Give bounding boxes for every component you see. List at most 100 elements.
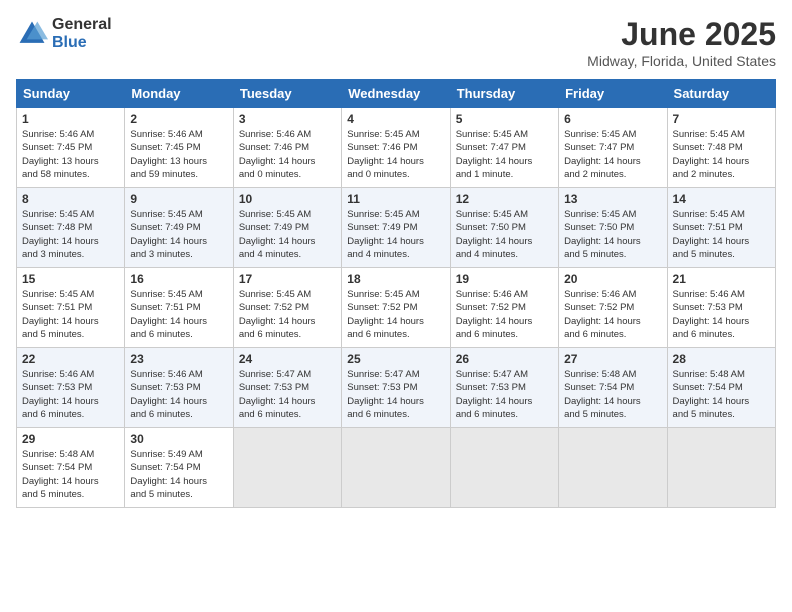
day-info: Sunrise: 5:46 AM Sunset: 7:53 PM Dayligh… — [130, 368, 227, 421]
calendar-week-row: 1 Sunrise: 5:46 AM Sunset: 7:45 PM Daylig… — [17, 108, 776, 188]
logo-text: General Blue — [52, 16, 112, 51]
calendar-day-cell: 17 Sunrise: 5:45 AM Sunset: 7:52 PM Dayli… — [233, 268, 341, 348]
day-number: 16 — [130, 272, 227, 286]
day-number: 14 — [673, 192, 770, 206]
calendar-table: SundayMondayTuesdayWednesdayThursdayFrid… — [16, 79, 776, 508]
calendar-day-cell: 13 Sunrise: 5:45 AM Sunset: 7:50 PM Dayli… — [559, 188, 667, 268]
calendar-day-cell: 19 Sunrise: 5:46 AM Sunset: 7:52 PM Dayli… — [450, 268, 558, 348]
day-number: 30 — [130, 432, 227, 446]
day-number: 17 — [239, 272, 336, 286]
day-info: Sunrise: 5:46 AM Sunset: 7:45 PM Dayligh… — [130, 128, 227, 181]
day-info: Sunrise: 5:45 AM Sunset: 7:48 PM Dayligh… — [673, 128, 770, 181]
day-number: 26 — [456, 352, 553, 366]
calendar-day-cell: 14 Sunrise: 5:45 AM Sunset: 7:51 PM Dayli… — [667, 188, 775, 268]
weekday-header: Friday — [559, 80, 667, 108]
day-info: Sunrise: 5:45 AM Sunset: 7:47 PM Dayligh… — [456, 128, 553, 181]
calendar-day-cell: 18 Sunrise: 5:45 AM Sunset: 7:52 PM Dayli… — [342, 268, 450, 348]
day-info: Sunrise: 5:45 AM Sunset: 7:52 PM Dayligh… — [347, 288, 444, 341]
day-number: 5 — [456, 112, 553, 126]
day-number: 3 — [239, 112, 336, 126]
calendar-day-cell: 5 Sunrise: 5:45 AM Sunset: 7:47 PM Daylig… — [450, 108, 558, 188]
day-info: Sunrise: 5:45 AM Sunset: 7:51 PM Dayligh… — [130, 288, 227, 341]
calendar-day-cell: 4Sunrise: 5:45 AM Sunset: 7:46 PM Daylig… — [342, 108, 450, 188]
day-number: 2 — [130, 112, 227, 126]
calendar-day-cell: 12 Sunrise: 5:45 AM Sunset: 7:50 PM Dayli… — [450, 188, 558, 268]
day-info: Sunrise: 5:48 AM Sunset: 7:54 PM Dayligh… — [673, 368, 770, 421]
calendar-day-cell: 8Sunrise: 5:45 AM Sunset: 7:48 PM Daylig… — [17, 188, 125, 268]
day-number: 18 — [347, 272, 444, 286]
calendar-day-cell: 16 Sunrise: 5:45 AM Sunset: 7:51 PM Dayli… — [125, 268, 233, 348]
day-number: 23 — [130, 352, 227, 366]
calendar-week-row: 8Sunrise: 5:45 AM Sunset: 7:48 PM Daylig… — [17, 188, 776, 268]
calendar-day-cell: 20 Sunrise: 5:46 AM Sunset: 7:52 PM Dayli… — [559, 268, 667, 348]
day-number: 11 — [347, 192, 444, 206]
location: Midway, Florida, United States — [587, 53, 776, 69]
calendar-day-cell — [450, 428, 558, 508]
calendar-day-cell: 2 Sunrise: 5:46 AM Sunset: 7:45 PM Daylig… — [125, 108, 233, 188]
day-info: Sunrise: 5:45 AM Sunset: 7:50 PM Dayligh… — [456, 208, 553, 261]
weekday-header: Wednesday — [342, 80, 450, 108]
day-number: 25 — [347, 352, 444, 366]
day-number: 21 — [673, 272, 770, 286]
calendar-day-cell — [233, 428, 341, 508]
calendar-day-cell: 22 Sunrise: 5:46 AM Sunset: 7:53 PM Dayli… — [17, 348, 125, 428]
day-info: Sunrise: 5:46 AM Sunset: 7:52 PM Dayligh… — [456, 288, 553, 341]
day-info: Sunrise: 5:45 AM Sunset: 7:49 PM Dayligh… — [239, 208, 336, 261]
page-header: General Blue June 2025 Midway, Florida, … — [16, 16, 776, 69]
day-number: 28 — [673, 352, 770, 366]
day-info: Sunrise: 5:45 AM Sunset: 7:51 PM Dayligh… — [22, 288, 119, 341]
day-info: Sunrise: 5:45 AM Sunset: 7:51 PM Dayligh… — [673, 208, 770, 261]
day-number: 10 — [239, 192, 336, 206]
calendar-day-cell: 21 Sunrise: 5:46 AM Sunset: 7:53 PM Dayli… — [667, 268, 775, 348]
weekday-header: Monday — [125, 80, 233, 108]
day-number: 19 — [456, 272, 553, 286]
day-info: Sunrise: 5:49 AM Sunset: 7:54 PM Dayligh… — [130, 448, 227, 501]
day-number: 20 — [564, 272, 661, 286]
day-number: 9 — [130, 192, 227, 206]
day-info: Sunrise: 5:46 AM Sunset: 7:45 PM Dayligh… — [22, 128, 119, 181]
day-info: Sunrise: 5:46 AM Sunset: 7:52 PM Dayligh… — [564, 288, 661, 341]
day-number: 15 — [22, 272, 119, 286]
calendar-day-cell: 24Sunrise: 5:47 AM Sunset: 7:53 PM Dayli… — [233, 348, 341, 428]
day-info: Sunrise: 5:46 AM Sunset: 7:53 PM Dayligh… — [673, 288, 770, 341]
day-info: Sunrise: 5:48 AM Sunset: 7:54 PM Dayligh… — [564, 368, 661, 421]
calendar-week-row: 15 Sunrise: 5:45 AM Sunset: 7:51 PM Dayli… — [17, 268, 776, 348]
calendar-day-cell: 9 Sunrise: 5:45 AM Sunset: 7:49 PM Daylig… — [125, 188, 233, 268]
calendar-day-cell — [559, 428, 667, 508]
title-block: June 2025 Midway, Florida, United States — [587, 16, 776, 69]
calendar-day-cell: 6Sunrise: 5:45 AM Sunset: 7:47 PM Daylig… — [559, 108, 667, 188]
logo-general: General — [52, 16, 112, 34]
calendar-day-cell — [342, 428, 450, 508]
calendar-day-cell: 10 Sunrise: 5:45 AM Sunset: 7:49 PM Dayli… — [233, 188, 341, 268]
day-info: Sunrise: 5:47 AM Sunset: 7:53 PM Dayligh… — [456, 368, 553, 421]
day-number: 13 — [564, 192, 661, 206]
weekday-header: Thursday — [450, 80, 558, 108]
day-number: 12 — [456, 192, 553, 206]
day-info: Sunrise: 5:45 AM Sunset: 7:48 PM Dayligh… — [22, 208, 119, 261]
day-info: Sunrise: 5:46 AM Sunset: 7:53 PM Dayligh… — [22, 368, 119, 421]
calendar-day-cell: 29 Sunrise: 5:48 AM Sunset: 7:54 PM Dayli… — [17, 428, 125, 508]
day-number: 29 — [22, 432, 119, 446]
calendar-day-cell: 23 Sunrise: 5:46 AM Sunset: 7:53 PM Dayli… — [125, 348, 233, 428]
calendar-day-cell: 30 Sunrise: 5:49 AM Sunset: 7:54 PM Dayli… — [125, 428, 233, 508]
logo-blue: Blue — [52, 34, 112, 52]
day-info: Sunrise: 5:45 AM Sunset: 7:49 PM Dayligh… — [130, 208, 227, 261]
day-info: Sunrise: 5:47 AM Sunset: 7:53 PM Dayligh… — [239, 368, 336, 421]
day-number: 1 — [22, 112, 119, 126]
day-info: Sunrise: 5:45 AM Sunset: 7:46 PM Dayligh… — [347, 128, 444, 181]
day-info: Sunrise: 5:48 AM Sunset: 7:54 PM Dayligh… — [22, 448, 119, 501]
day-info: Sunrise: 5:45 AM Sunset: 7:50 PM Dayligh… — [564, 208, 661, 261]
day-info: Sunrise: 5:45 AM Sunset: 7:47 PM Dayligh… — [564, 128, 661, 181]
day-number: 7 — [673, 112, 770, 126]
logo: General Blue — [16, 16, 112, 51]
calendar-week-row: 29 Sunrise: 5:48 AM Sunset: 7:54 PM Dayli… — [17, 428, 776, 508]
month-title: June 2025 — [587, 16, 776, 53]
day-info: Sunrise: 5:45 AM Sunset: 7:52 PM Dayligh… — [239, 288, 336, 341]
weekday-header: Tuesday — [233, 80, 341, 108]
day-number: 22 — [22, 352, 119, 366]
calendar-header-row: SundayMondayTuesdayWednesdayThursdayFrid… — [17, 80, 776, 108]
calendar-day-cell: 11Sunrise: 5:45 AM Sunset: 7:49 PM Dayli… — [342, 188, 450, 268]
calendar-day-cell: 25Sunrise: 5:47 AM Sunset: 7:53 PM Dayli… — [342, 348, 450, 428]
calendar-day-cell: 15 Sunrise: 5:45 AM Sunset: 7:51 PM Dayli… — [17, 268, 125, 348]
calendar-day-cell: 1 Sunrise: 5:46 AM Sunset: 7:45 PM Daylig… — [17, 108, 125, 188]
